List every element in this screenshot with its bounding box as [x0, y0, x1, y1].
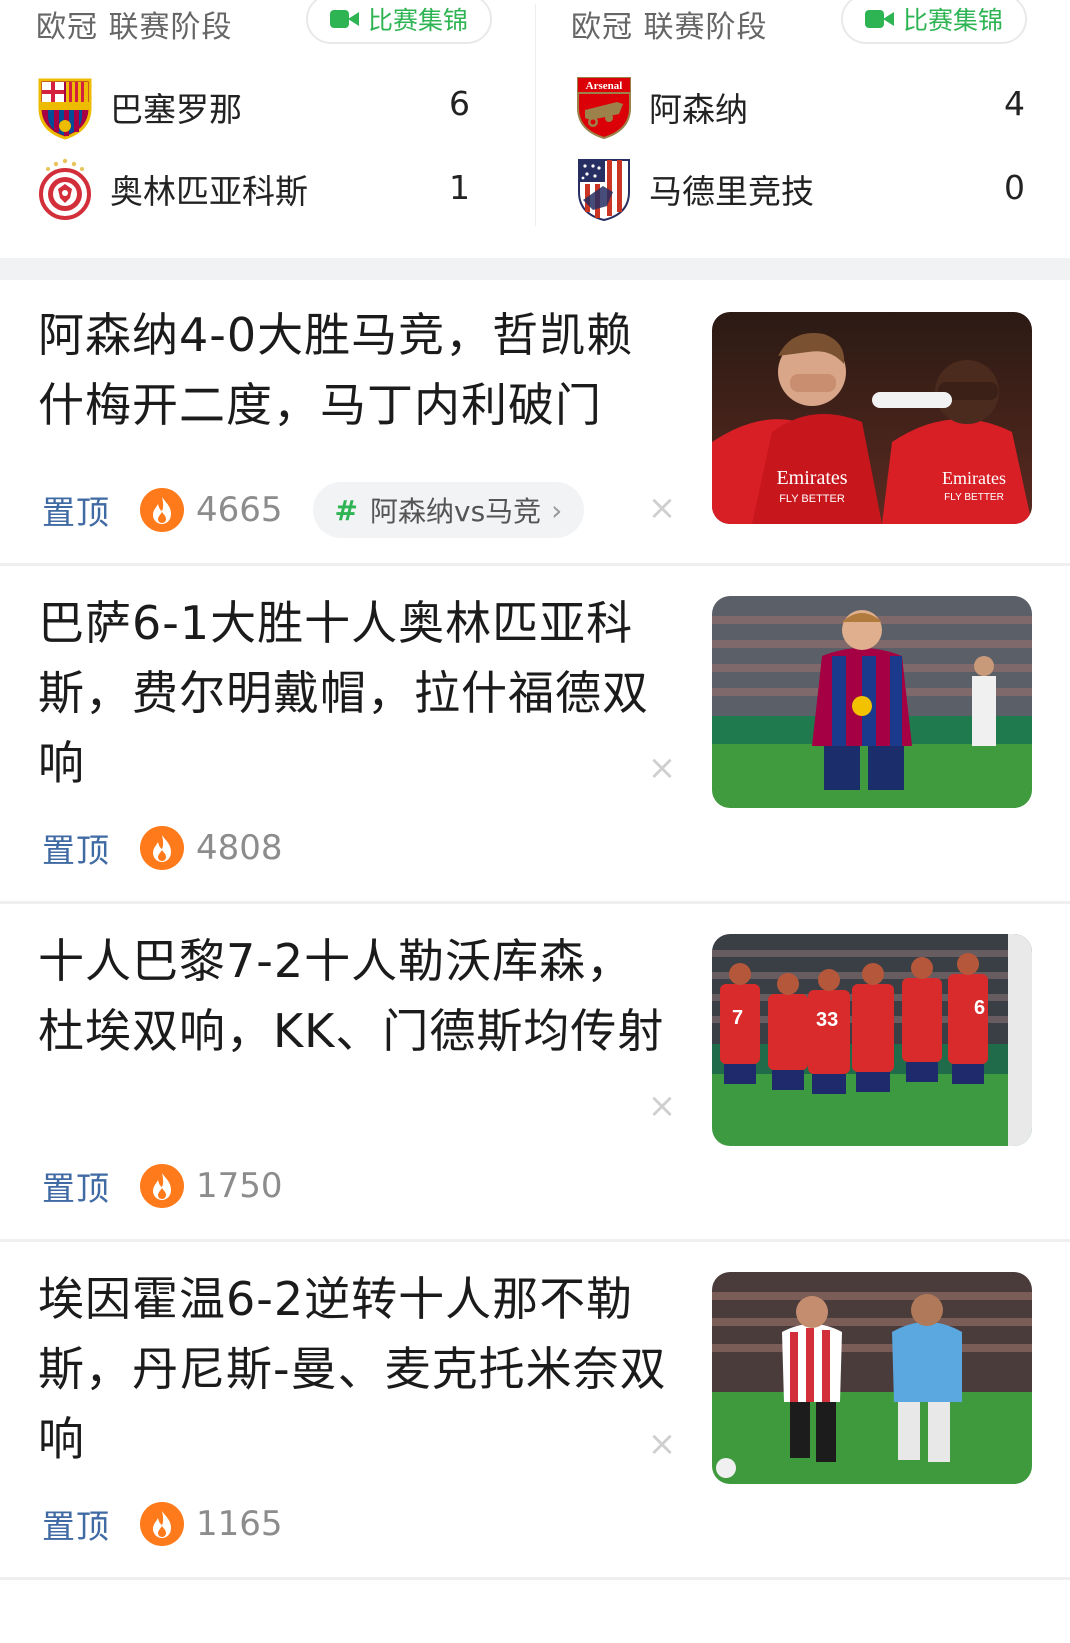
- hot-count: 4665: [196, 490, 283, 530]
- team-name: 奥林匹亚科斯: [110, 172, 308, 211]
- arsenal-celebration-image: Emirates FLY BETTER Emirates FLY BETTER: [712, 312, 1032, 524]
- news-title[interactable]: 十人巴黎7-2十人勒沃库森，杜埃双响，KK、门德斯均传射: [38, 926, 678, 1066]
- svg-text:FLY BETTER: FLY BETTER: [944, 492, 1004, 503]
- news-item[interactable]: 十人巴黎7-2十人勒沃库森，杜埃双响，KK、门德斯均传射 置顶 1750 × 7…: [0, 904, 1070, 1242]
- fc-barcelona-crest-icon: [38, 78, 92, 140]
- fire-icon: [140, 1164, 184, 1208]
- team-score: 4: [1004, 84, 1025, 123]
- team-row-away: 奥林匹亚科斯: [34, 154, 308, 224]
- match-score-strip: 欧冠 联赛阶段 比赛集锦 巴塞罗那 6 奥林匹亚科斯 1 欧冠 联赛阶段 比赛集…: [0, 0, 1070, 258]
- news-item[interactable]: 巴萨6-1大胜十人奥林匹亚科斯，费尔明戴帽，拉什福德双响 置顶 4808 ×: [0, 566, 1070, 904]
- svg-text:6: 6: [974, 997, 985, 1019]
- news-title[interactable]: 埃因霍温6-2逆转十人那不勒斯，丹尼斯-曼、麦克托米奈双响: [38, 1264, 678, 1474]
- hot-count: 4808: [196, 828, 283, 868]
- svg-text:33: 33: [816, 1009, 838, 1031]
- barcelona-player-image: [712, 596, 1032, 808]
- league-label: 欧冠 联赛阶段: [571, 10, 768, 45]
- close-icon[interactable]: ×: [646, 1089, 678, 1123]
- topic-tag[interactable]: # 阿森纳vs马竞 ›: [312, 482, 585, 538]
- team-score: 1: [449, 168, 470, 207]
- news-title[interactable]: 阿森纳4-0大胜马竞，哲凯赖什梅开二度，马丁内利破门: [38, 300, 678, 440]
- news-thumbnail[interactable]: [712, 1272, 1032, 1484]
- team-row-home: 巴塞罗那: [34, 72, 242, 142]
- match-card-arsenal-atletico[interactable]: 欧冠 联赛阶段 比赛集锦 Arsenal 阿森纳 4 马德里竞技 0: [535, 0, 1070, 258]
- pinned-label: 置顶: [42, 493, 110, 532]
- highlights-button[interactable]: 比赛集锦: [306, 0, 493, 44]
- news-item[interactable]: 阿森纳4-0大胜马竞，哲凯赖什梅开二度，马丁内利破门 置顶 4665 # 阿森纳…: [0, 280, 1070, 566]
- pinned-label: 置顶: [42, 1507, 110, 1546]
- topic-label: 阿森纳vs马竞: [370, 495, 542, 528]
- team-row-away: 马德里竞技: [573, 154, 814, 224]
- highlights-label: 比赛集锦: [903, 6, 1004, 35]
- close-icon[interactable]: ×: [646, 1427, 678, 1461]
- team-score: 6: [449, 84, 470, 123]
- svg-text:7: 7: [732, 1007, 743, 1029]
- close-icon[interactable]: ×: [646, 751, 678, 785]
- fire-icon: [140, 488, 184, 532]
- league-label: 欧冠 联赛阶段: [36, 10, 233, 45]
- news-meta: 置顶 4665 # 阿森纳vs马竞 ›: [42, 482, 585, 538]
- video-camera-icon: [330, 8, 360, 30]
- hot-indicator: 4808: [140, 826, 283, 870]
- close-icon[interactable]: ×: [646, 491, 678, 525]
- svg-text:Emirates: Emirates: [942, 468, 1006, 488]
- team-name: 阿森纳: [649, 90, 748, 129]
- psv-napoli-image: [712, 1272, 1032, 1484]
- arsenal-crest-icon: Arsenal: [577, 77, 631, 140]
- team-row-home: Arsenal 阿森纳: [573, 72, 748, 142]
- news-thumbnail[interactable]: 7 33 6: [712, 934, 1032, 1146]
- section-divider: [0, 258, 1070, 280]
- team-name: 马德里竞技: [649, 172, 814, 211]
- news-meta: 置顶 1165: [42, 1498, 283, 1550]
- highlights-button[interactable]: 比赛集锦: [841, 0, 1028, 44]
- news-thumbnail[interactable]: [712, 596, 1032, 808]
- news-thumbnail[interactable]: Emirates FLY BETTER Emirates FLY BETTER: [712, 312, 1032, 524]
- pinned-label: 置顶: [42, 1169, 110, 1208]
- olympiacos-crest-icon: [39, 158, 91, 220]
- svg-text:Emirates: Emirates: [776, 467, 847, 489]
- news-title[interactable]: 巴萨6-1大胜十人奥林匹亚科斯，费尔明戴帽，拉什福德双响: [38, 588, 678, 798]
- fire-icon: [140, 1502, 184, 1546]
- pinned-label: 置顶: [42, 831, 110, 870]
- svg-text:FLY BETTER: FLY BETTER: [779, 493, 845, 505]
- hot-indicator: 4665: [140, 488, 283, 532]
- hot-count: 1750: [196, 1166, 283, 1206]
- hashtag-icon: #: [334, 493, 358, 527]
- hot-indicator: 1165: [140, 1502, 283, 1546]
- news-item[interactable]: 埃因霍温6-2逆转十人那不勒斯，丹尼斯-曼、麦克托米奈双响 置顶 1165 ×: [0, 1242, 1070, 1580]
- atletico-madrid-crest-icon: [578, 159, 630, 222]
- fire-icon: [140, 826, 184, 870]
- highlights-label: 比赛集锦: [368, 6, 469, 35]
- hot-indicator: 1750: [140, 1164, 283, 1208]
- psg-celebration-image: 7 33 6: [712, 934, 1032, 1146]
- team-name: 巴塞罗那: [110, 90, 242, 129]
- chevron-right-icon: ›: [551, 493, 563, 527]
- news-meta: 置顶 4808: [42, 822, 283, 874]
- match-card-barcelona-olympiacos[interactable]: 欧冠 联赛阶段 比赛集锦 巴塞罗那 6 奥林匹亚科斯 1: [0, 0, 535, 258]
- news-meta: 置顶 1750: [42, 1160, 283, 1212]
- svg-text:Arsenal: Arsenal: [586, 80, 623, 92]
- team-score: 0: [1004, 168, 1025, 207]
- video-camera-icon: [865, 8, 895, 30]
- hot-count: 1165: [196, 1504, 283, 1544]
